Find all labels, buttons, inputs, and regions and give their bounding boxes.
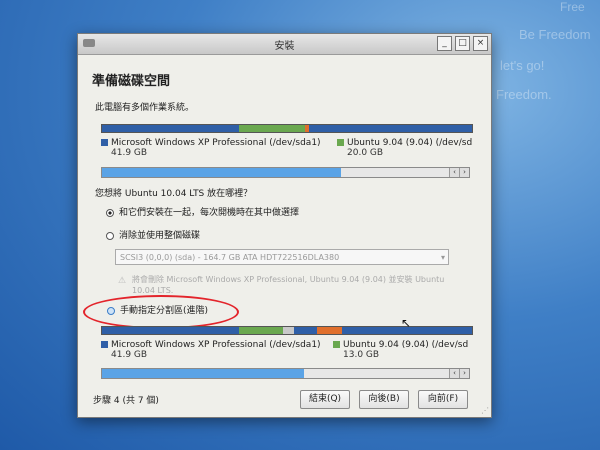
- page-subtitle: 此電腦有多個作業系統。: [95, 103, 195, 113]
- new-legend-item-ubuntu: Ubuntu 9.04 (9.04) (/dev/sd 13.0 GB: [333, 340, 468, 360]
- installer-window: 安裝 _ □ × 準備磁碟空間 此電腦有多個作業系統。 Microsoft Wi…: [77, 33, 492, 418]
- step-indicator: 步驟 4 (共 7 個): [93, 396, 159, 406]
- window-title: 安裝: [274, 41, 295, 52]
- new-disk-scrollbar[interactable]: ‹ ›: [101, 368, 470, 379]
- erase-warning: 將會刪除 Microsoft Windows XP Professional, …: [132, 275, 445, 295]
- resize-grip-icon[interactable]: ⋰: [481, 406, 489, 415]
- legend-size: 20.0 GB: [347, 148, 384, 158]
- legend-item-windows: Microsoft Windows XP Professional (/dev/…: [101, 138, 321, 158]
- wallpaper-text-lets-go: let's go!: [500, 58, 545, 73]
- new-legend-item-windows: Microsoft Windows XP Professional (/dev/…: [101, 340, 321, 360]
- wallpaper-text-be-freedom: Be Freedom: [519, 27, 591, 42]
- scroll-right-icon[interactable]: ›: [459, 168, 469, 177]
- mouse-cursor-icon: ↖: [401, 316, 412, 330]
- option-install-alongside[interactable]: 和它們安裝在一起，每次開機時在其中做選擇: [106, 205, 299, 218]
- highlight-circle: [83, 295, 239, 329]
- partition-segment-swap: [316, 327, 343, 334]
- scrollbar-thumb[interactable]: [102, 369, 304, 378]
- chevron-down-icon: ▾: [440, 253, 445, 262]
- wallpaper-text-freedom: Freedom.: [496, 87, 552, 102]
- partition-segment-ubuntu: [238, 125, 306, 132]
- scroll-right-icon[interactable]: ›: [459, 369, 469, 378]
- new-disk-bar: [101, 326, 473, 335]
- option-label: 和它們安裝在一起，每次開機時在其中做選擇: [119, 208, 300, 218]
- partition-segment-new: [294, 327, 317, 334]
- forward-button[interactable]: 向前(F): [418, 390, 468, 409]
- close-button[interactable]: ×: [473, 36, 488, 51]
- page-title: 準備磁碟空間: [92, 74, 171, 89]
- current-disk-scrollbar[interactable]: ‹ ›: [101, 167, 470, 178]
- legend-swatch: [101, 139, 108, 146]
- legend-size: 13.0 GB: [343, 350, 380, 360]
- wallpaper-text-free: Free: [560, 0, 585, 14]
- radio-icon[interactable]: [106, 231, 114, 240]
- scrollbar-thumb[interactable]: [102, 168, 341, 177]
- minimize-button[interactable]: _: [437, 36, 452, 51]
- quit-button[interactable]: 結束(Q): [300, 390, 350, 409]
- radio-selected-icon[interactable]: [106, 208, 114, 217]
- partition-segment-windows: [102, 125, 239, 132]
- legend-label: Ubuntu 9.04 (9.04) (/dev/sd: [347, 138, 473, 148]
- warning-icon: ⚠: [118, 276, 127, 286]
- option-erase-disk[interactable]: 消除並使用整個磁碟: [106, 228, 200, 241]
- option-label: 消除並使用整個磁碟: [119, 231, 201, 241]
- legend-item-ubuntu: Ubuntu 9.04 (9.04) (/dev/sd 20.0 GB: [337, 138, 472, 158]
- legend-size: 41.9 GB: [111, 148, 148, 158]
- maximize-button[interactable]: □: [455, 36, 470, 51]
- back-button[interactable]: 向後(B): [359, 390, 409, 409]
- partition-segment-windows: [102, 327, 239, 334]
- legend-swatch: [337, 139, 344, 146]
- legend-label: Ubuntu 9.04 (9.04) (/dev/sd: [343, 340, 469, 350]
- legend-label: Microsoft Windows XP Professional (/dev/…: [111, 138, 321, 148]
- scroll-left-icon[interactable]: ‹: [449, 369, 459, 378]
- disk-select-value: SCSI3 (0,0,0) (sda) - 164.7 GB ATA HDT72…: [120, 253, 340, 262]
- current-disk-bar: [101, 124, 473, 133]
- legend-size: 41.9 GB: [111, 350, 148, 360]
- scroll-left-icon[interactable]: ‹: [449, 168, 459, 177]
- title-bar[interactable]: 安裝 _ □ ×: [78, 34, 491, 55]
- install-location-question: 您想將 Ubuntu 10.04 LTS 放在哪裡？: [95, 189, 253, 199]
- partition-segment-ubuntu: [238, 327, 284, 334]
- disk-select: SCSI3 (0,0,0) (sda) - 164.7 GB ATA HDT72…: [115, 249, 449, 265]
- legend-label: Microsoft Windows XP Professional (/dev/…: [111, 340, 321, 350]
- resize-handle[interactable]: [283, 327, 295, 334]
- partition-segment-other: [309, 125, 472, 132]
- legend-swatch: [101, 341, 108, 348]
- legend-swatch: [333, 341, 340, 348]
